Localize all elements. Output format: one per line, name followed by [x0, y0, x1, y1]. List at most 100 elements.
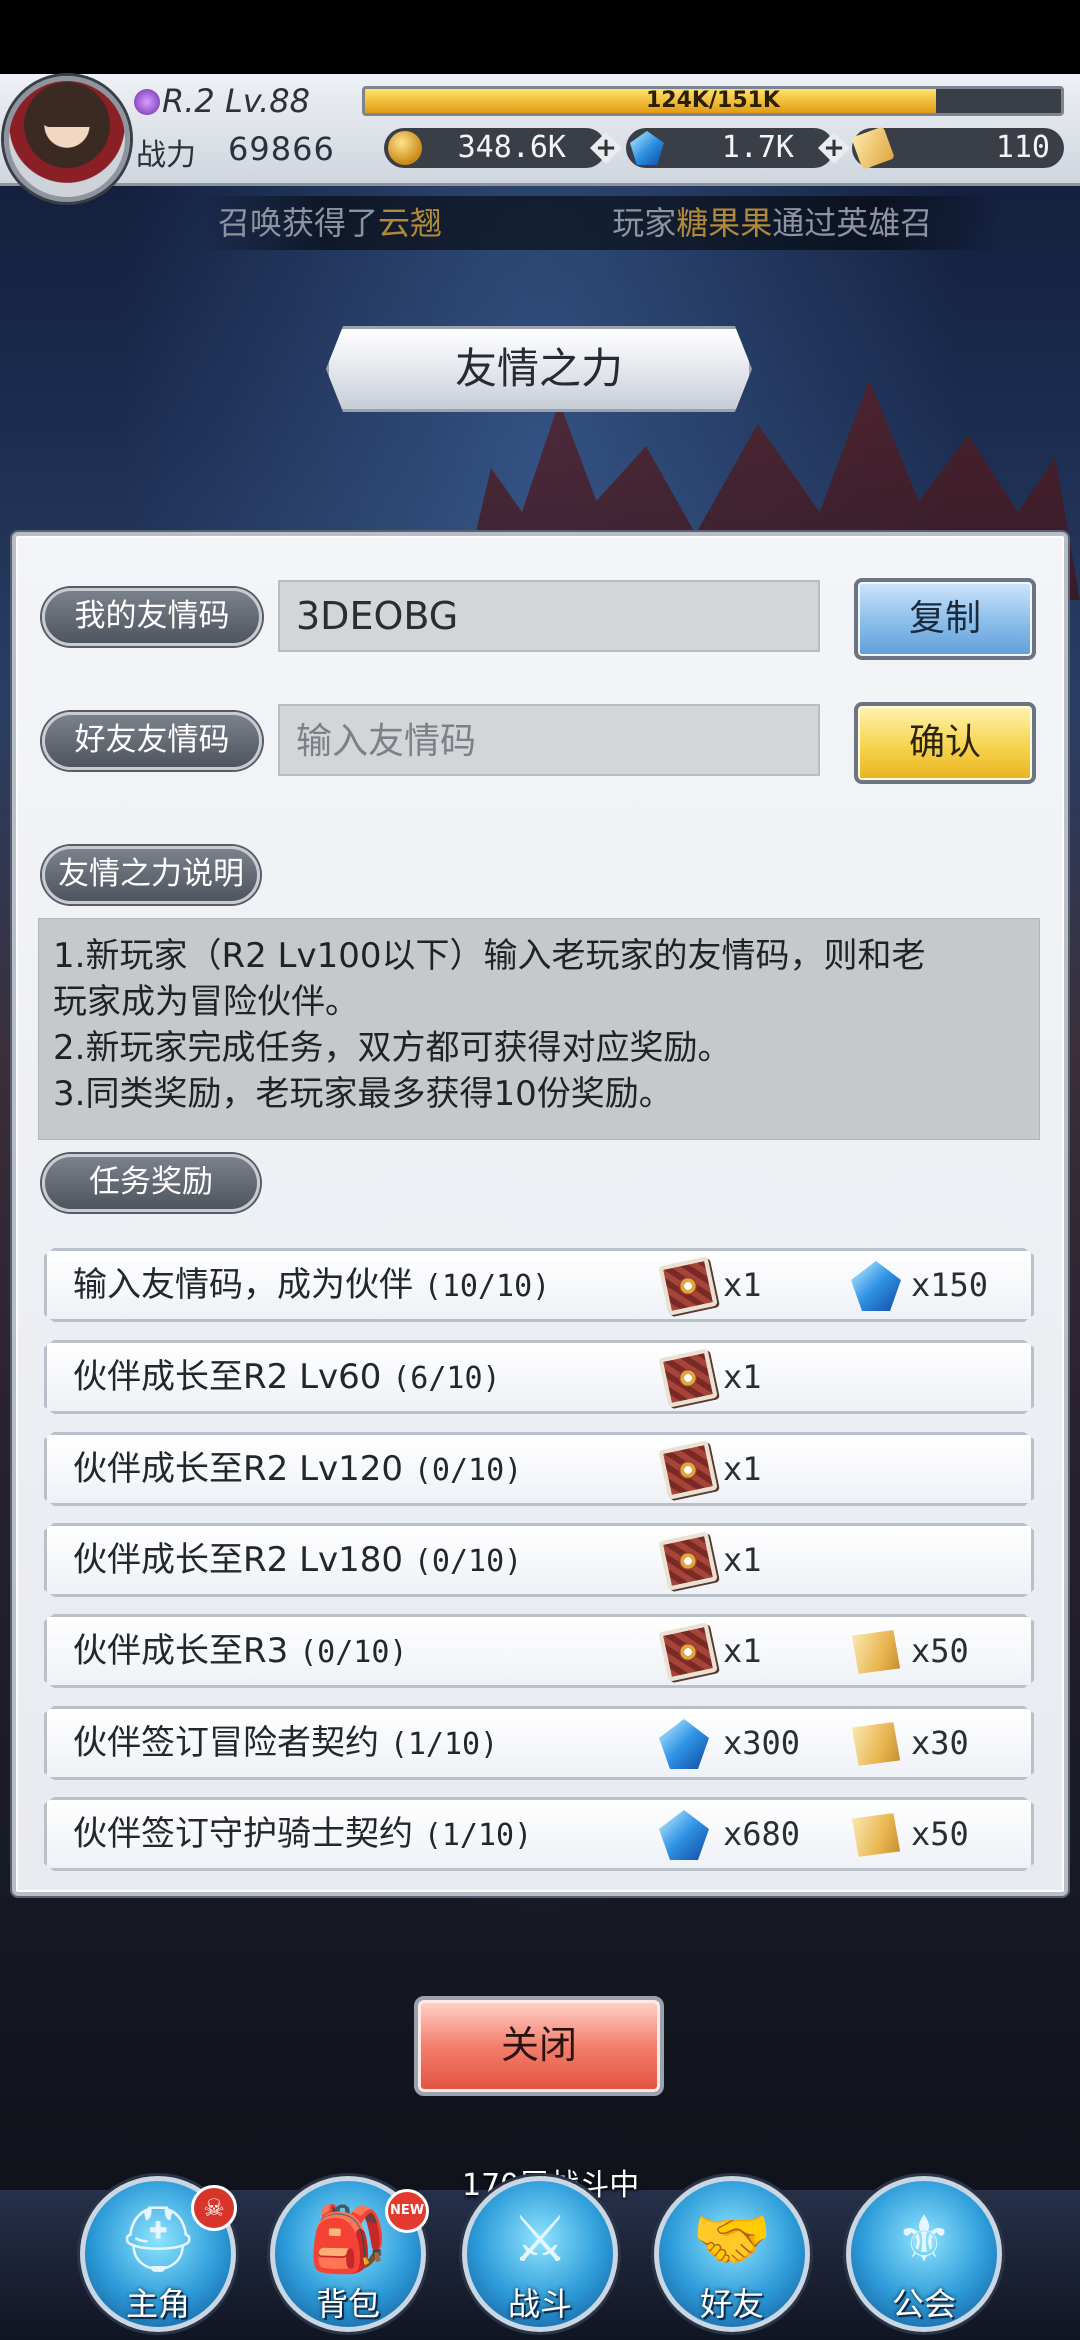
gold-coin-icon — [388, 131, 422, 165]
task-name: 伙伴成长至R2 Lv180 — [73, 1540, 404, 1580]
power-value: 69866 — [228, 130, 335, 168]
scroll-icon — [843, 1802, 909, 1868]
diamond-icon — [851, 1261, 901, 1311]
task-text: 输入友情码，成为伙伴 (10/10) — [73, 1251, 550, 1321]
friend-code-label: 好友友情码 — [42, 712, 262, 770]
task-progress: (0/10) — [413, 1453, 523, 1488]
task-text: 伙伴成长至R2 Lv180 (0/10) — [73, 1526, 522, 1596]
ticket-value: 110 — [995, 130, 1050, 165]
rank-level: R.2 Lv.88 — [134, 82, 310, 120]
task-progress: (0/10) — [413, 1544, 523, 1579]
nav-battle[interactable]: ⚔ 战斗 — [462, 2176, 618, 2332]
task-row: 伙伴签订冒险者契约 (1/10) x300 x30 — [44, 1706, 1034, 1780]
reward-qty: x50 — [911, 1632, 969, 1670]
reward-qty: x300 — [723, 1724, 801, 1762]
guild-crest-icon: ⚜ — [895, 2203, 953, 2277]
task-row: 伙伴成长至R2 Lv120 (0/10) x1 — [44, 1432, 1034, 1506]
nav-bag[interactable]: 🎒 背包 NEW — [270, 2176, 429, 2332]
card-icon — [658, 1348, 718, 1408]
task-name: 伙伴成长至R3 — [73, 1631, 289, 1671]
diamond-icon — [659, 1719, 709, 1769]
reward-qty: x1 — [723, 1358, 762, 1396]
card-icon — [658, 1256, 718, 1316]
status-bar — [0, 0, 1080, 74]
reward-qty: x1 — [723, 1450, 762, 1488]
rank-gem-icon — [134, 89, 160, 115]
crossed-swords-icon: ⚔ — [511, 2203, 569, 2277]
nav-battle-label: 战斗 — [507, 2285, 572, 2323]
nav-friends[interactable]: 🤝 好友 — [654, 2176, 810, 2332]
card-icon — [658, 1531, 718, 1591]
alert-badge-icon: ☠ — [191, 2185, 237, 2231]
reward-qty: x30 — [911, 1724, 969, 1762]
close-button[interactable]: 关闭 — [414, 1996, 664, 2096]
reward-qty: x680 — [723, 1815, 801, 1853]
gem-icon — [630, 131, 664, 165]
task-progress: (1/10) — [423, 1818, 533, 1853]
nav-hero[interactable]: ⛑ 主角 ☠ — [80, 2176, 237, 2332]
description-box: 1.新玩家（R2 Lv100以下）输入老玩家的友情码，则和老 玩家成为冒险伙伴。… — [38, 918, 1040, 1140]
reward-qty: x1 — [723, 1541, 762, 1579]
marquee-highlight: 糖果果 — [676, 204, 773, 242]
scroll-icon — [843, 1619, 909, 1685]
task-progress: (10/10) — [423, 1269, 551, 1304]
confirm-button[interactable]: 确认 — [854, 702, 1036, 784]
description-label: 友情之力说明 — [42, 846, 260, 904]
nav-guild[interactable]: ⚜ 公会 — [846, 2176, 1002, 2332]
new-badge: NEW — [385, 2189, 429, 2233]
copy-button[interactable]: 复制 — [854, 578, 1036, 660]
task-text: 伙伴成长至R2 Lv120 (0/10) — [73, 1435, 522, 1505]
reward-qty: x1 — [723, 1632, 762, 1670]
task-name: 伙伴成长至R2 Lv60 — [73, 1357, 382, 1397]
marquee-text: 通过英雄召 — [772, 204, 933, 242]
marquee-text: 召唤获得了 — [218, 204, 379, 242]
my-code-field: 3DEOBG — [278, 580, 820, 652]
scroll-icon — [843, 1711, 909, 1777]
friend-code-input[interactable] — [296, 707, 818, 776]
gem-value: 1.7K — [721, 130, 794, 165]
description-line: 2.新玩家完成任务，双方都可获得对应奖励。 — [53, 1028, 732, 1068]
friend-code-field[interactable] — [278, 704, 820, 776]
reward-qty: x150 — [911, 1266, 989, 1304]
page-title: 友情之力 — [326, 326, 752, 412]
task-text: 伙伴签订守护骑士契约 (1/10) — [73, 1800, 532, 1870]
task-text: 伙伴签订冒险者契约 (1/10) — [73, 1709, 498, 1779]
task-text: 伙伴成长至R2 Lv60 (6/10) — [73, 1343, 501, 1413]
nav-guild-label: 公会 — [891, 2285, 956, 2323]
my-code-label: 我的友情码 — [42, 588, 262, 646]
power-label: 战力 — [136, 138, 196, 173]
task-name: 伙伴签订守护骑士契约 — [73, 1814, 413, 1854]
marquee-text: 玩家 — [612, 204, 677, 242]
xp-text: 124K/151K — [646, 88, 780, 113]
diamond-icon — [659, 1810, 709, 1860]
nav-friends-label: 好友 — [699, 2285, 764, 2323]
player-avatar[interactable] — [4, 76, 130, 202]
gold-value: 348.6K — [457, 130, 566, 165]
gem-counter: 1.7K + — [626, 128, 850, 168]
rank-level-text: R.2 Lv.88 — [162, 82, 310, 120]
task-rewards-label: 任务奖励 — [42, 1154, 260, 1212]
task-row: 伙伴成长至R2 Lv180 (0/10) x1 — [44, 1523, 1034, 1597]
marquee-highlight: 云翘 — [378, 204, 443, 242]
announcement-marquee: 召唤获得了云翘 玩家糖果果通过英雄召 — [200, 196, 1000, 250]
description-line: 玩家成为冒险伙伴。 — [53, 982, 359, 1022]
reward-qty: x50 — [911, 1815, 969, 1853]
description-line: 3.同类奖励，老玩家最多获得10份奖励。 — [53, 1074, 673, 1114]
task-row: 伙伴成长至R3 (0/10) x1 x50 — [44, 1614, 1034, 1688]
nav-hero-label: 主角 — [125, 2285, 190, 2323]
handshake-icon: 🤝 — [692, 2203, 772, 2277]
task-name: 输入友情码，成为伙伴 — [73, 1265, 413, 1305]
gold-counter: 348.6K + — [384, 128, 622, 168]
task-row: 伙伴成长至R2 Lv60 (6/10) x1 — [44, 1340, 1034, 1414]
card-icon — [658, 1440, 718, 1500]
card-icon — [658, 1622, 718, 1682]
description-line: 1.新玩家（R2 Lv100以下）输入老玩家的友情码，则和老 — [53, 936, 926, 976]
ticket-counter: 110 — [851, 126, 1064, 170]
nav-bag-label: 背包 — [315, 2285, 380, 2323]
task-progress: (0/10) — [299, 1635, 408, 1670]
task-name: 伙伴成长至R2 Lv120 — [73, 1449, 404, 1489]
reward-qty: x1 — [723, 1266, 762, 1304]
xp-bar: 124K/151K — [362, 86, 1064, 116]
task-row: 输入友情码，成为伙伴 (10/10) x1 x150 — [44, 1248, 1034, 1322]
task-row: 伙伴签订守护骑士契约 (1/10) x680 x50 — [44, 1797, 1034, 1871]
